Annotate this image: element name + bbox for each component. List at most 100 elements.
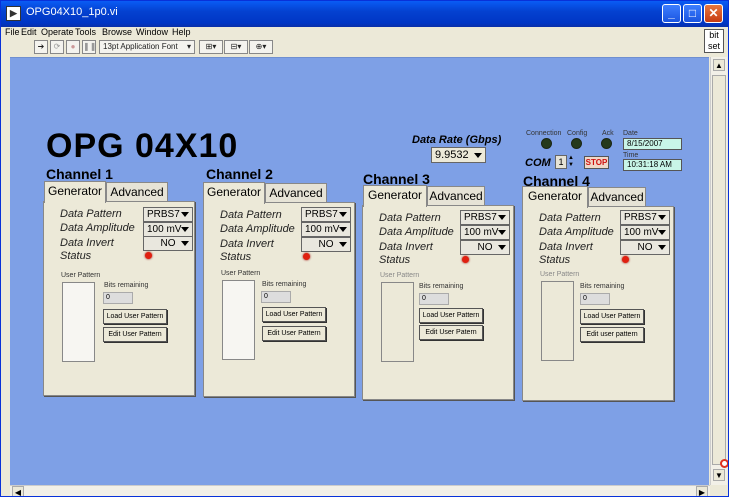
data-rate-select[interactable]: 9.9532 [431,147,486,163]
scroll-down-icon[interactable]: ▼ [713,469,725,481]
bits-remaining-value: 0 [580,293,610,305]
title-bar[interactable]: ▶ OPG04X10_1p0.vi _ □ ✕ [1,1,728,27]
run-continuous-icon[interactable]: ⟳ [50,40,64,54]
user-pattern-display [381,282,414,362]
channel-1-title: Channel 1 [46,166,113,182]
data-amplitude-select[interactable]: 100 mV [460,225,510,240]
tab-advanced[interactable]: Advanced [588,187,646,207]
channel-2-title: Channel 2 [206,166,273,182]
bits-remaining-label: Bits remaining [419,283,464,290]
close-button[interactable]: ✕ [704,4,723,23]
edit-user-pattern-button[interactable]: Edit User Pattern [103,327,167,342]
menu-browse[interactable]: Browse [102,27,132,37]
load-user-pattern-button[interactable]: Load User Pattern [419,308,483,323]
data-pattern-select[interactable]: PRBS7 [301,207,351,222]
data-amplitude-label: Data Amplitude [379,226,454,238]
load-user-pattern-button[interactable]: Load User Pattern [580,309,644,324]
user-pattern-label: User Pattern [380,272,420,279]
data-amplitude-value: 100 mV [147,224,182,235]
data-amplitude-select[interactable]: 100 mV [301,222,351,237]
font-select[interactable]: 13pt Application Font [99,40,195,54]
channel-4-panel: Data Pattern PRBS7 Data Amplitude 100 mV… [522,206,674,401]
tab-advanced[interactable]: Advanced [106,182,168,202]
menu-edit[interactable]: Edit [21,27,37,37]
menu-help[interactable]: Help [172,27,191,37]
status-label: Status [379,254,411,266]
data-invert-select[interactable]: NO [143,236,193,251]
menu-tools[interactable]: Tools [75,27,96,37]
scroll-right-icon[interactable]: ▶ [696,486,708,496]
data-pattern-select[interactable]: PRBS7 [620,210,670,225]
data-amplitude-value: 100 mV [624,227,659,238]
data-invert-value: NO [160,238,176,249]
bits-remaining-label: Bits remaining [104,282,149,289]
status-led-icon [622,256,629,263]
scroll-left-icon[interactable]: ◀ [12,486,24,496]
user-pattern-label: User Pattern [61,272,101,279]
data-rate-label: Data Rate (Gbps) [412,134,502,146]
edit-user-pattern-button[interactable]: Edit user pattern [580,327,644,342]
chevron-down-icon [181,212,189,217]
tab-generator[interactable]: Generator [203,182,265,204]
bits-remaining-value: 0 [261,291,291,303]
distribute-icon[interactable]: ⊟▾ [224,40,248,54]
data-pattern-value: PRBS7 [305,209,338,220]
data-invert-value: NO [318,239,334,250]
data-amplitude-select[interactable]: 100 mV [620,225,670,240]
channel-2-panel: Data Pattern PRBS7 Data Amplitude 100 mV… [203,202,355,397]
vertical-scrollbar[interactable]: ▲ ▼ [710,57,727,485]
minimize-button[interactable]: _ [662,4,681,23]
user-pattern-label: User Pattern [221,270,261,277]
menu-file[interactable]: File [5,27,20,37]
scrollbar-thumb[interactable] [712,75,726,465]
menu-operate[interactable]: Operate [41,27,74,37]
channel-3-panel: Data Pattern PRBS7 Data Amplitude 100 mV… [362,205,514,400]
tab-generator[interactable]: Generator [363,185,427,207]
chevron-down-icon [474,153,482,158]
pause-icon[interactable]: ❚❚ [82,40,96,54]
data-amplitude-select[interactable]: 100 mV [143,222,193,237]
data-invert-value: NO [477,242,493,253]
data-pattern-select[interactable]: PRBS7 [143,207,193,222]
time-label: Time [623,152,639,159]
edit-user-pattern-button[interactable]: Edit User Patern [419,325,483,340]
data-pattern-select[interactable]: PRBS7 [460,210,510,225]
config-label: Config [567,130,588,137]
maximize-button[interactable]: □ [683,4,702,23]
tab-generator[interactable]: Generator [522,186,588,208]
data-amplitude-label: Data Amplitude [60,222,135,234]
data-invert-select[interactable]: NO [301,237,351,252]
app-window: ▶ OPG04X10_1p0.vi _ □ ✕ File Edit Operat… [0,0,729,497]
chevron-down-icon [498,230,506,235]
data-pattern-value: PRBS7 [147,209,180,220]
horizontal-scrollbar[interactable]: ◀ ▶ [10,485,710,496]
data-amplitude-label: Data Amplitude [220,223,295,235]
stop-button[interactable]: STOP [584,156,609,169]
scroll-up-icon[interactable]: ▲ [713,59,725,71]
date-label: Date [623,130,638,137]
data-invert-select[interactable]: NO [620,240,670,255]
load-user-pattern-button[interactable]: Load User Pattern [262,307,326,322]
edit-user-pattern-button[interactable]: Edit User Pattern [262,326,326,341]
chevron-down-icon[interactable]: ▾ [184,40,195,54]
status-label: Status [220,251,252,263]
tab-advanced[interactable]: Advanced [427,186,485,206]
com-input[interactable]: 1 [555,155,567,169]
tab-advanced[interactable]: Advanced [265,183,327,203]
tab-generator[interactable]: Generator [44,181,106,203]
abort-icon[interactable]: ● [66,40,80,54]
data-amplitude-value: 100 mV [305,224,340,235]
load-user-pattern-button[interactable]: Load User Pattern [103,309,167,324]
data-invert-label: Data Invert [379,241,433,253]
com-stepper-icon[interactable]: ▲ ▼ [568,155,575,169]
align-icon[interactable]: ⊞▾ [199,40,223,54]
reorder-icon[interactable]: ⊕▾ [249,40,273,54]
status-led-icon [145,252,152,259]
data-invert-select[interactable]: NO [460,240,510,255]
menu-window[interactable]: Window [136,27,168,37]
bits-remaining-label: Bits remaining [580,283,625,290]
data-invert-label: Data Invert [220,238,274,250]
chevron-down-icon [658,215,666,220]
status-led-icon [462,256,469,263]
run-arrow-icon[interactable]: ➔ [34,40,48,54]
